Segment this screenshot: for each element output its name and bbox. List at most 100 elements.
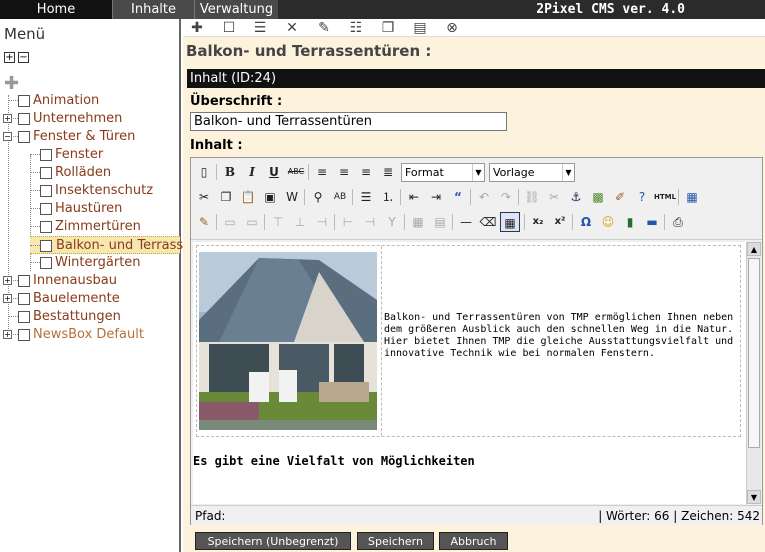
sidebar-item-fenster[interactable]: Fenster bbox=[30, 146, 103, 164]
image-icon[interactable]: ▩ bbox=[588, 187, 608, 207]
delete-row-icon[interactable]: ⊣ bbox=[312, 212, 332, 232]
sidebar-item-zimmertueren[interactable]: Zimmertüren bbox=[30, 218, 141, 236]
paste-icon[interactable]: 📋 bbox=[238, 187, 258, 207]
italic-icon[interactable]: I bbox=[242, 162, 262, 182]
scroll-down-icon[interactable]: ▼ bbox=[747, 490, 761, 504]
sidebar-item-bestattungen[interactable]: Bestattungen bbox=[8, 308, 121, 326]
copy-icon[interactable]: ❐ bbox=[378, 19, 398, 37]
expand-icon[interactable]: + bbox=[3, 330, 12, 339]
strikethrough-icon[interactable]: ABC bbox=[286, 162, 306, 182]
checkbox[interactable] bbox=[18, 112, 30, 125]
checkbox[interactable] bbox=[40, 148, 52, 161]
scroll-thumb[interactable] bbox=[748, 258, 760, 448]
align-left-icon[interactable]: ≡ bbox=[312, 162, 332, 182]
align-justify-icon[interactable]: ≣ bbox=[378, 162, 398, 182]
outdent-icon[interactable]: ⇤ bbox=[404, 187, 424, 207]
collapse-icon[interactable]: − bbox=[3, 132, 12, 141]
sidebar-item-innenausbau[interactable]: + Innenausbau bbox=[3, 272, 117, 290]
sidebar-item-balkon-terrassentueren[interactable]: Balkon- und Terrass bbox=[30, 236, 183, 254]
list-icon[interactable]: ☰ bbox=[250, 19, 270, 37]
insert-col-after-icon[interactable]: ⊣ bbox=[360, 212, 380, 232]
sidebar-item-haustueren[interactable]: Haustüren bbox=[30, 200, 122, 218]
redo-icon[interactable]: ↷ bbox=[496, 187, 516, 207]
unlink-icon[interactable]: ✂ bbox=[544, 187, 564, 207]
remove-format-icon[interactable]: ⌫ bbox=[478, 212, 498, 232]
checkbox[interactable] bbox=[40, 166, 52, 179]
edit-css-icon[interactable]: ✎ bbox=[194, 212, 214, 232]
scroll-up-icon[interactable]: ▲ bbox=[747, 242, 761, 256]
subscript-icon[interactable]: x₂ bbox=[528, 212, 548, 232]
bold-icon[interactable]: B bbox=[220, 162, 240, 182]
media-icon[interactable]: ▮ bbox=[620, 212, 640, 232]
nav-verwaltung[interactable]: Verwaltung bbox=[194, 0, 278, 19]
paste-word-icon[interactable]: W bbox=[282, 187, 302, 207]
insert-col-before-icon[interactable]: ⊢ bbox=[338, 212, 358, 232]
nav-inhalte[interactable]: Inhalte bbox=[112, 0, 194, 19]
sidebar-item-fenster-tueren[interactable]: − Fenster & Türen bbox=[3, 128, 135, 146]
new-document-icon[interactable]: ▯ bbox=[194, 162, 214, 182]
new-box-icon[interactable]: ☐ bbox=[219, 19, 239, 37]
save-button[interactable]: Speichern bbox=[357, 532, 434, 550]
expand-icon[interactable]: + bbox=[3, 294, 12, 303]
add-icon[interactable]: ✚ bbox=[187, 19, 207, 37]
cut-icon[interactable]: ✂ bbox=[194, 187, 214, 207]
replace-icon[interactable]: AB bbox=[330, 187, 350, 207]
expand-all-icon[interactable]: + bbox=[4, 52, 15, 63]
sidebar-item-wintergaerten[interactable]: Wintergärten bbox=[30, 254, 141, 272]
special-char-icon[interactable]: Ω bbox=[576, 212, 596, 232]
insert-row-before-icon[interactable]: ⊤ bbox=[268, 212, 288, 232]
checkbox[interactable] bbox=[40, 239, 52, 252]
expand-icon[interactable]: + bbox=[3, 276, 12, 285]
sidebar-item-rollaeden[interactable]: Rolläden bbox=[30, 164, 111, 182]
align-right-icon[interactable]: ≡ bbox=[356, 162, 376, 182]
emoticon-icon[interactable]: ☺ bbox=[598, 212, 618, 232]
date-icon[interactable]: ▦ bbox=[682, 187, 702, 207]
sidebar-item-bauelemente[interactable]: + Bauelemente bbox=[3, 290, 120, 308]
link-icon[interactable]: ⛓ bbox=[522, 187, 542, 207]
cell-props-icon[interactable]: ▭ bbox=[242, 212, 262, 232]
underline-icon[interactable]: U bbox=[264, 162, 284, 182]
copy-icon[interactable]: ❐ bbox=[216, 187, 236, 207]
sidebar-item-insektenschutz[interactable]: Insektenschutz bbox=[30, 182, 153, 200]
checkbox[interactable] bbox=[18, 310, 30, 323]
checkbox[interactable] bbox=[40, 202, 52, 215]
anchor-icon[interactable]: ⚓ bbox=[566, 187, 586, 207]
expand-icon[interactable]: + bbox=[3, 114, 12, 123]
editor-content-area[interactable]: Balkon- und Terrassentüren von TMP ermög… bbox=[193, 242, 746, 504]
checkbox[interactable] bbox=[40, 184, 52, 197]
collapse-all-icon[interactable]: − bbox=[18, 52, 29, 63]
editor-scrollbar[interactable]: ▲ ▼ bbox=[746, 242, 761, 504]
advanced-hr-icon[interactable]: ▬ bbox=[642, 212, 662, 232]
cancel-icon[interactable]: ⊗ bbox=[442, 19, 462, 37]
checkbox[interactable] bbox=[18, 94, 30, 107]
html-source-icon[interactable]: HTML bbox=[654, 187, 676, 207]
checkbox[interactable] bbox=[18, 274, 30, 287]
nav-home[interactable]: Home bbox=[0, 0, 112, 19]
help-icon[interactable]: ? bbox=[632, 187, 652, 207]
template-select[interactable]: Vorlage ▼ bbox=[489, 163, 575, 182]
superscript-icon[interactable]: x² bbox=[550, 212, 570, 232]
sidebar-item-unternehmen[interactable]: + Unternehmen bbox=[3, 110, 122, 128]
delete-icon[interactable]: ✕ bbox=[282, 19, 302, 37]
horizontal-rule-icon[interactable]: — bbox=[456, 212, 476, 232]
checkbox[interactable] bbox=[18, 328, 30, 341]
delete-col-icon[interactable]: Y bbox=[382, 212, 402, 232]
merge-cells-icon[interactable]: ▤ bbox=[430, 212, 450, 232]
cleanup-icon[interactable]: ✐ bbox=[610, 187, 630, 207]
row-props-icon[interactable]: ▭ bbox=[220, 212, 240, 232]
sidebar-item-animation[interactable]: Animation bbox=[8, 92, 99, 110]
cancel-button[interactable]: Abbruch bbox=[439, 532, 508, 550]
add-item-icon[interactable]: ✚ bbox=[4, 75, 19, 93]
checkbox[interactable] bbox=[18, 130, 30, 143]
print-icon[interactable]: ⎙ bbox=[668, 212, 688, 232]
checkbox[interactable] bbox=[18, 292, 30, 305]
edit-icon[interactable]: ✎ bbox=[314, 19, 334, 37]
format-select[interactable]: Format ▼ bbox=[401, 163, 485, 182]
find-icon[interactable]: ⚲ bbox=[308, 187, 328, 207]
heading-input[interactable] bbox=[190, 112, 507, 131]
document-icon[interactable]: ▤ bbox=[410, 19, 430, 37]
sidebar-item-newsbox-default[interactable]: + NewsBox Default bbox=[3, 326, 144, 344]
align-center-icon[interactable]: ≡ bbox=[334, 162, 354, 182]
bullet-list-icon[interactable]: ☰ bbox=[356, 187, 376, 207]
indent-icon[interactable]: ⇥ bbox=[426, 187, 446, 207]
